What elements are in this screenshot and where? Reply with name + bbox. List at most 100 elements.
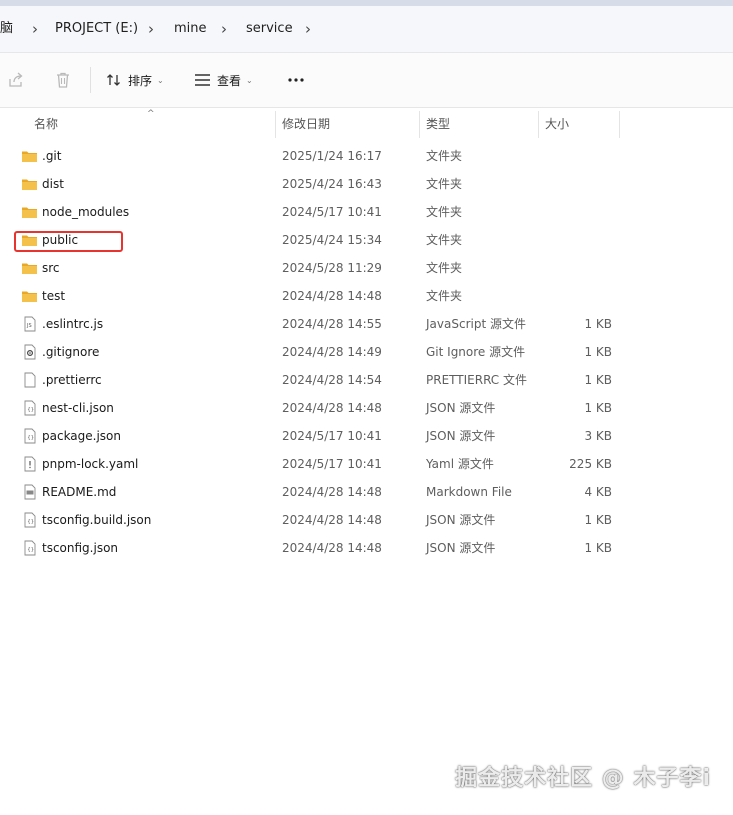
yaml-file-icon	[21, 456, 38, 472]
breadcrumb-separator-icon[interactable]: ›	[32, 6, 38, 52]
sort-button[interactable]: 排序 ⌄	[106, 53, 164, 107]
file-type: 文件夹	[426, 149, 463, 163]
file-modified: 2024/4/28 14:48	[282, 401, 382, 415]
file-size	[540, 142, 612, 170]
file-type: Git Ignore 源文件	[426, 345, 526, 359]
svg-text:{}: {}	[27, 519, 34, 525]
column-resize-handle[interactable]	[419, 111, 420, 138]
chevron-down-icon: ⌄	[246, 75, 253, 85]
blank-file-icon	[21, 372, 38, 388]
file-name: tsconfig.build.json	[42, 513, 152, 527]
list-item[interactable]: {} tsconfig.json 2024/4/28 14:48 JSON 源文…	[0, 534, 733, 562]
more-options-button[interactable]	[287, 53, 305, 107]
column-resize-handle[interactable]	[275, 111, 276, 138]
file-type: PRETTIERRC 文件	[426, 373, 527, 387]
share-button[interactable]	[7, 53, 25, 107]
file-modified: 2024/4/28 14:48	[282, 513, 382, 527]
file-name: package.json	[42, 429, 122, 443]
highlight-annotation-box	[14, 231, 123, 252]
file-modified: 2024/4/28 14:55	[282, 317, 382, 331]
file-name: pnpm-lock.yaml	[42, 457, 139, 471]
breadcrumb-item-service[interactable]: service	[246, 6, 293, 52]
view-button[interactable]: 查看 ⌄	[194, 53, 253, 107]
svg-text:JS: JS	[26, 323, 32, 329]
toolbar-divider	[90, 67, 91, 93]
view-list-icon	[194, 73, 211, 87]
list-item[interactable]: .git 2025/1/24 16:17 文件夹	[0, 142, 733, 170]
list-item[interactable]: .gitignore 2024/4/28 14:49 Git Ignore 源文…	[0, 338, 733, 366]
list-item[interactable]: dist 2025/4/24 16:43 文件夹	[0, 170, 733, 198]
column-header-type[interactable]: 类型	[426, 108, 450, 138]
file-type: Yaml 源文件	[426, 457, 494, 471]
list-item[interactable]: JS .eslintrc.js 2024/4/28 14:55 JavaScri…	[0, 310, 733, 338]
file-modified: 2024/4/28 14:48	[282, 485, 382, 499]
file-name: .gitignore	[42, 345, 100, 359]
address-bar[interactable]: 脑 › PROJECT (E:) › mine › service ›	[0, 6, 733, 53]
column-header-row: ^ 名称 修改日期 类型 大小	[0, 108, 733, 138]
file-name: test	[42, 289, 66, 303]
list-item[interactable]: {} package.json 2024/5/17 10:41 JSON 源文件…	[0, 422, 733, 450]
file-size	[540, 170, 612, 198]
column-header-modified[interactable]: 修改日期	[282, 108, 330, 138]
breadcrumb-item-this-pc[interactable]: 脑	[0, 6, 13, 52]
file-name: node_modules	[42, 205, 130, 219]
file-name: tsconfig.json	[42, 541, 119, 555]
list-item[interactable]: src 2024/5/28 11:29 文件夹	[0, 254, 733, 282]
file-size: 4 KB	[584, 485, 612, 499]
list-item[interactable]: {} nest-cli.json 2024/4/28 14:48 JSON 源文…	[0, 394, 733, 422]
file-size: 1 KB	[584, 317, 612, 331]
file-type: JavaScript 源文件	[426, 317, 526, 331]
list-item[interactable]: test 2024/4/28 14:48 文件夹	[0, 282, 733, 310]
file-modified: 2025/1/24 16:17	[282, 149, 382, 163]
file-size: 225 KB	[569, 457, 612, 471]
file-size: 1 KB	[584, 345, 612, 359]
breadcrumb-separator-icon[interactable]: ›	[221, 6, 227, 52]
file-modified: 2025/4/24 16:43	[282, 177, 382, 191]
folder-icon	[21, 204, 38, 220]
svg-text:{}: {}	[27, 547, 34, 553]
file-name: README.md	[42, 485, 117, 499]
file-name: src	[42, 261, 60, 275]
column-resize-handle[interactable]	[619, 111, 620, 138]
breadcrumb-item-project[interactable]: PROJECT (E:)	[55, 6, 138, 52]
column-header-size[interactable]: 大小	[545, 108, 569, 138]
folder-icon	[21, 148, 38, 164]
list-item[interactable]: node_modules 2024/5/17 10:41 文件夹	[0, 198, 733, 226]
file-type: JSON 源文件	[426, 401, 496, 415]
file-type: 文件夹	[426, 261, 463, 275]
list-item[interactable]: pnpm-lock.yaml 2024/5/17 10:41 Yaml 源文件 …	[0, 450, 733, 478]
file-type: JSON 源文件	[426, 541, 496, 555]
file-type: JSON 源文件	[426, 513, 496, 527]
file-modified: 2024/5/17 10:41	[282, 205, 382, 219]
list-item[interactable]: {} tsconfig.build.json 2024/4/28 14:48 J…	[0, 506, 733, 534]
view-label: 查看	[217, 73, 242, 88]
sort-ascending-icon: ^	[147, 109, 155, 119]
file-size	[540, 254, 612, 282]
file-modified: 2024/5/17 10:41	[282, 429, 382, 443]
file-size: 1 KB	[584, 541, 612, 555]
file-size: 1 KB	[584, 401, 612, 415]
file-size	[540, 198, 612, 226]
gear-file-icon	[21, 344, 38, 360]
breadcrumb-separator-icon[interactable]: ›	[305, 6, 311, 52]
file-type: 文件夹	[426, 289, 463, 303]
file-name: nest-cli.json	[42, 401, 114, 415]
column-resize-handle[interactable]	[538, 111, 539, 138]
folder-icon	[21, 288, 38, 304]
json-file-icon: {}	[21, 428, 38, 444]
file-size: 1 KB	[584, 373, 612, 387]
svg-text:{}: {}	[27, 435, 34, 441]
file-type: 文件夹	[426, 233, 463, 247]
json-file-icon: {}	[21, 540, 38, 556]
breadcrumb-separator-icon[interactable]: ›	[148, 6, 154, 52]
list-item[interactable]: .prettierrc 2024/4/28 14:54 PRETTIERRC 文…	[0, 366, 733, 394]
svg-text:{}: {}	[27, 407, 34, 413]
file-name: .prettierrc	[42, 373, 102, 387]
json-file-icon: {}	[21, 400, 38, 416]
column-header-name[interactable]: 名称	[34, 108, 58, 138]
breadcrumb-item-mine[interactable]: mine	[174, 6, 207, 52]
folder-icon	[21, 260, 38, 276]
file-type: Markdown File	[426, 485, 512, 499]
delete-button[interactable]	[54, 53, 72, 107]
list-item[interactable]: README.md 2024/4/28 14:48 Markdown File …	[0, 478, 733, 506]
